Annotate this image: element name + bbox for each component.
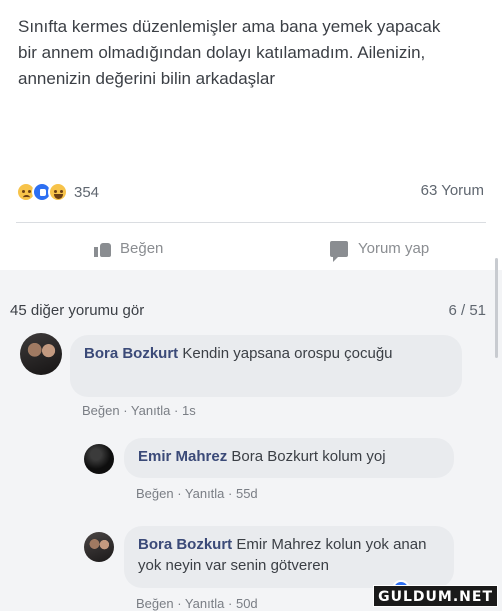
reply-bubble: Emir Mahrez Bora Bozkurt kolum yoj: [124, 438, 454, 478]
comment-text: Kendin yapsana orospu çocuğu: [182, 345, 393, 362]
reply-bubble: Bora Bozkurt Emir Mahrez kolun yok anan …: [124, 526, 454, 588]
avatar[interactable]: [20, 333, 62, 375]
comment-text: Bora Bozkurt kolum yoj: [231, 448, 386, 465]
watermark-logo: GULDUM.NET: [373, 585, 498, 607]
like-button[interactable]: Beğen: [94, 240, 163, 257]
reaction-count: 354: [74, 183, 100, 201]
avatar[interactable]: [84, 444, 114, 474]
divider: [16, 222, 486, 223]
comment-author[interactable]: Emir Mahrez: [138, 448, 227, 465]
haha-icon: [48, 182, 68, 202]
comment-button[interactable]: Yorum yap: [330, 240, 430, 262]
view-more-comments-link[interactable]: 45 diğer yorumu gör: [10, 302, 144, 319]
thumbs-up-icon: [94, 241, 112, 257]
post-text: Sınıfta kermes düzenlemişler ama bana ye…: [18, 17, 441, 88]
like-button-label: Beğen: [120, 240, 164, 257]
comment-author[interactable]: Bora Bozkurt: [138, 536, 232, 553]
reaction-summary[interactable]: 354: [16, 180, 99, 204]
comment-author[interactable]: Bora Bozkurt: [84, 345, 178, 362]
comment-actions[interactable]: Beğen · Yanıtla · 50d: [136, 596, 258, 611]
post-card: Sınıfta kermes düzenlemişler ama bana ye…: [0, 0, 502, 270]
comments-pager: 6 / 51: [448, 302, 486, 319]
comment-actions[interactable]: Beğen · Yanıtla · 55d: [136, 486, 258, 501]
avatar[interactable]: [84, 532, 114, 562]
scrollbar[interactable]: [495, 258, 498, 358]
comment-actions[interactable]: Beğen · Yanıtla · 1s: [82, 403, 196, 418]
comment-button-label: Yorum yap: [358, 240, 430, 257]
speech-bubble-icon: [330, 240, 348, 262]
comment-bubble: Bora Bozkurt Kendin yapsana orospu çocuğ…: [70, 335, 462, 397]
comment-count-link[interactable]: 63 Yorum: [421, 182, 484, 199]
